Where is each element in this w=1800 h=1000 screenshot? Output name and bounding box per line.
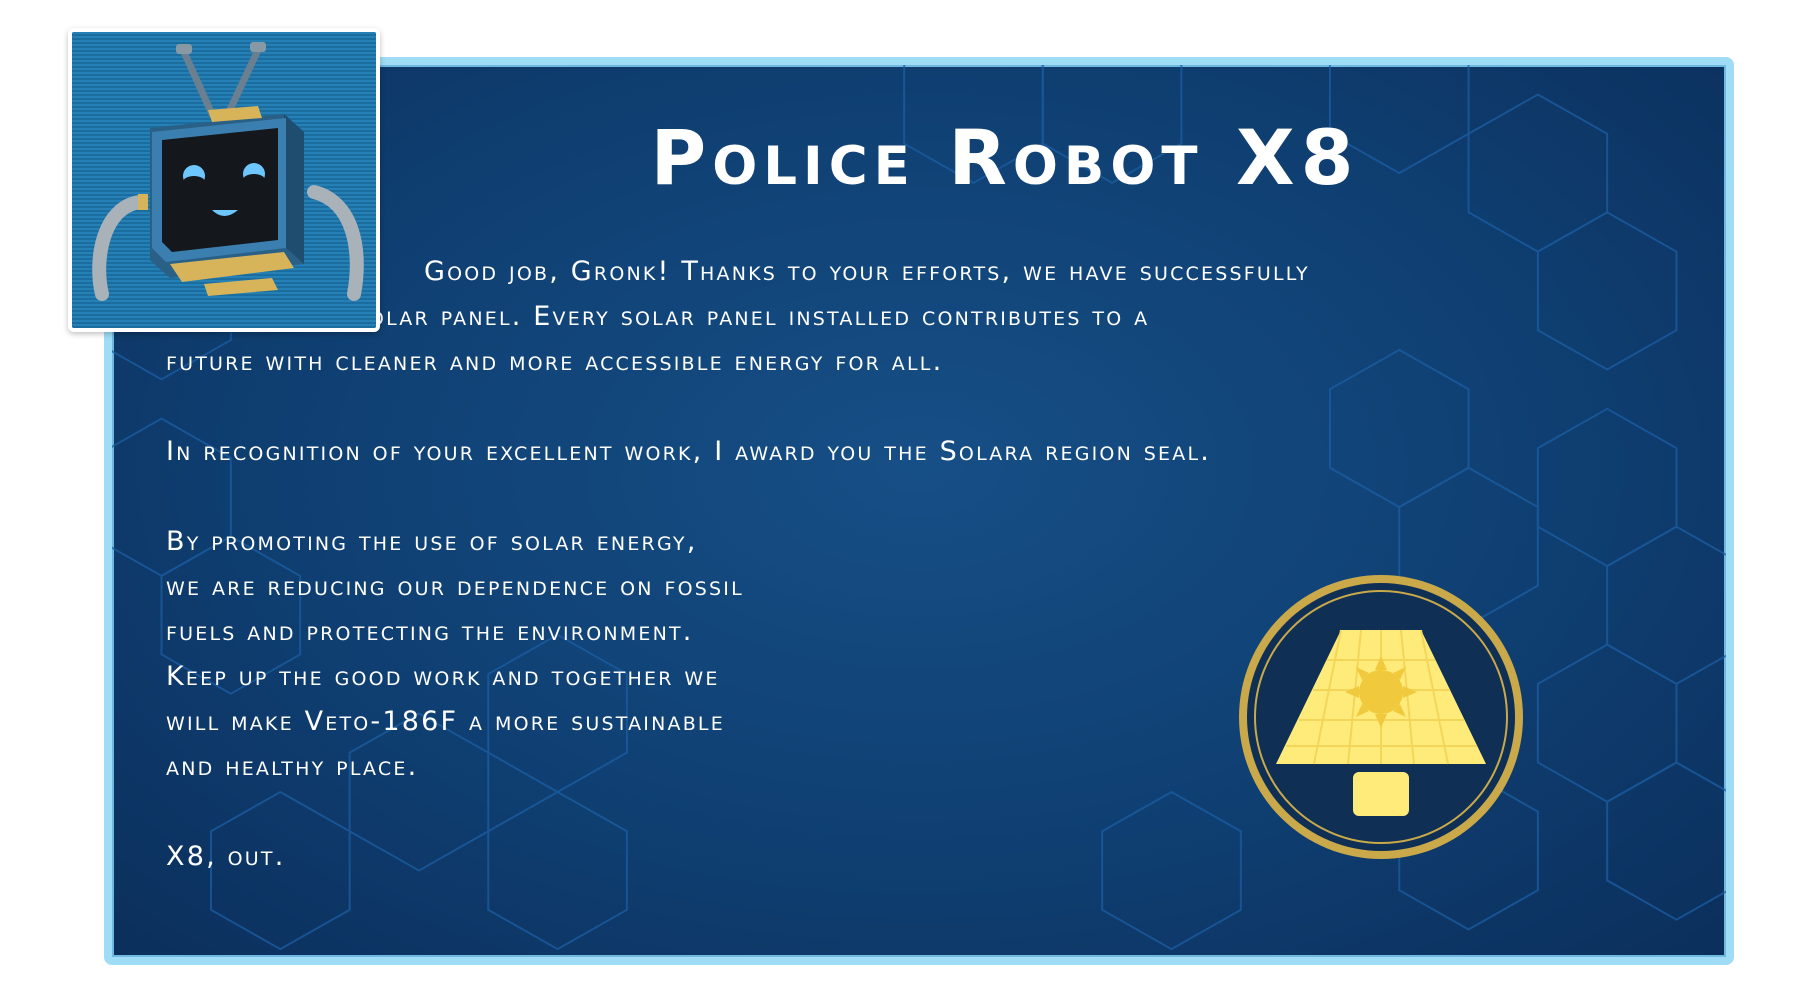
- dialog-paragraph-3-line-1: By promoting the use of solar energy,: [166, 526, 698, 557]
- dialog-title: Police Robot X8: [650, 113, 1360, 202]
- dialog-signoff: X8, out.: [166, 841, 286, 872]
- dialog-paragraph-3-line-2: we are reducing our dependence on fossil: [166, 571, 744, 602]
- dialog-paragraph-3-line-3: fuels and protecting the environment.: [166, 616, 694, 647]
- solar-panel-seal-icon: [1239, 575, 1523, 859]
- dialog-screen: Good job, Gronk! Thanks to your efforts,…: [0, 0, 1800, 1000]
- dialog-paragraph-3-line-5: will make Veto-186F a more sustainable: [166, 706, 725, 737]
- dialog-paragraph-1-line-3: future with cleaner and more accessible …: [166, 346, 944, 377]
- robot-portrait-icon: [72, 32, 376, 328]
- dialog-paragraph-3-line-6: and healthy place.: [166, 751, 419, 782]
- dialog-paragraph-1-line-1: Good job, Gronk! Thanks to your efforts,…: [424, 256, 1310, 287]
- dialog-paragraph-3-line-4: Keep up the good work and together we: [166, 661, 720, 692]
- dialog-paragraph-2: In recognition of your excellent work, I…: [166, 436, 1212, 467]
- speaker-portrait: [68, 28, 380, 332]
